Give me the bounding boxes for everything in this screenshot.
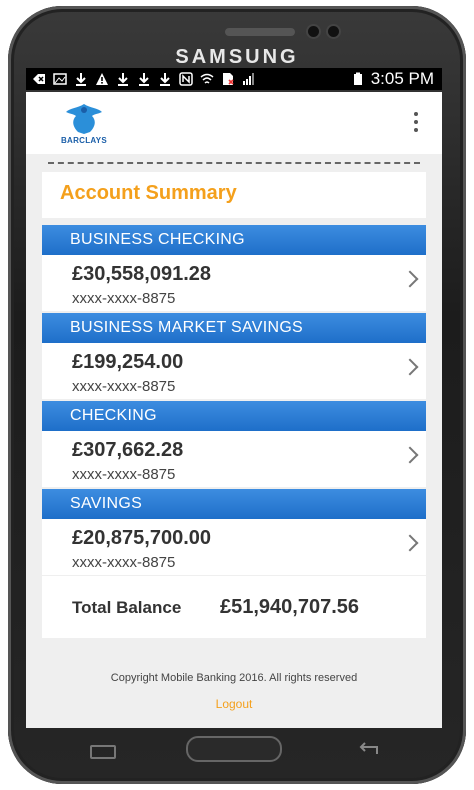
overflow-menu-icon[interactable]: [414, 112, 420, 132]
account-row-savings[interactable]: £20,875,700.00 xxxx-xxxx-8875: [42, 519, 426, 575]
app-screen: BARCLAYS Account Summary BUSINESS CHECKI…: [26, 92, 442, 728]
copyright-text: Copyright Mobile Banking 2016. All right…: [110, 672, 358, 684]
account-header-business-checking: BUSINESS CHECKING: [42, 225, 426, 255]
account-balance: £30,558,091.28: [72, 263, 212, 285]
speaker-grill: [225, 28, 295, 36]
logo-text: BARCLAYS: [60, 136, 108, 145]
account-balance: £199,254.00: [72, 351, 184, 373]
barclays-logo: BARCLAYS: [56, 102, 112, 150]
proximity-sensor: [328, 26, 339, 37]
signal-icon: [243, 73, 254, 85]
menu-key-icon[interactable]: [90, 745, 116, 759]
app-bar: BARCLAYS: [26, 92, 442, 154]
account-number: xxxx-xxxx-8875: [72, 378, 176, 395]
back-key-icon[interactable]: [357, 742, 379, 756]
chevron-right-icon: [401, 534, 419, 552]
warning-icon: [96, 73, 108, 85]
download-icon: [118, 73, 128, 86]
account-number: xxxx-xxxx-8875: [72, 466, 176, 483]
status-time: 3:05 PM: [370, 69, 434, 88]
total-balance-value: £51,940,707.56: [220, 596, 360, 618]
download-icon: [76, 73, 86, 86]
account-header-savings: SAVINGS: [42, 489, 426, 519]
logout-link[interactable]: Logout: [26, 697, 442, 711]
wifi-icon: [200, 73, 214, 84]
account-number: xxxx-xxxx-8875: [72, 554, 176, 571]
home-button[interactable]: [186, 736, 282, 762]
nfc-icon: [179, 72, 193, 86]
eagle-icon: [66, 104, 102, 134]
page-title: Account Summary: [60, 182, 237, 204]
image-notification-icon: [53, 73, 67, 85]
device-brand: SAMSUNG: [175, 46, 299, 68]
summary-header: Account Summary: [42, 172, 426, 218]
front-camera: [308, 26, 319, 37]
total-balance-label: Total Balance: [72, 598, 182, 617]
total-balance-row: Total Balance £51,940,707.56: [42, 576, 426, 638]
account-row-business-market-savings[interactable]: £199,254.00 xxxx-xxxx-8875: [42, 343, 426, 399]
account-header-checking: CHECKING: [42, 401, 426, 431]
divider: [48, 162, 420, 164]
download-icon: [139, 73, 149, 86]
account-row-checking[interactable]: £307,662.28 xxxx-xxxx-8875: [42, 431, 426, 487]
account-balance: £307,662.28: [72, 439, 184, 461]
account-header-business-market-savings: BUSINESS MARKET SAVINGS: [42, 313, 426, 343]
no-sim-icon: [223, 73, 234, 85]
account-number: xxxx-xxxx-8875: [72, 290, 176, 307]
download-icon: [160, 73, 170, 86]
chevron-right-icon: [401, 358, 419, 376]
chevron-right-icon: [401, 270, 419, 288]
status-bar: 3:05 PM: [26, 68, 442, 90]
back-key-icon: [33, 74, 45, 84]
account-balance: £20,875,700.00: [72, 527, 212, 549]
chevron-right-icon: [401, 446, 419, 464]
account-row-business-checking[interactable]: £30,558,091.28 xxxx-xxxx-8875: [42, 255, 426, 311]
battery-icon: [353, 72, 362, 85]
